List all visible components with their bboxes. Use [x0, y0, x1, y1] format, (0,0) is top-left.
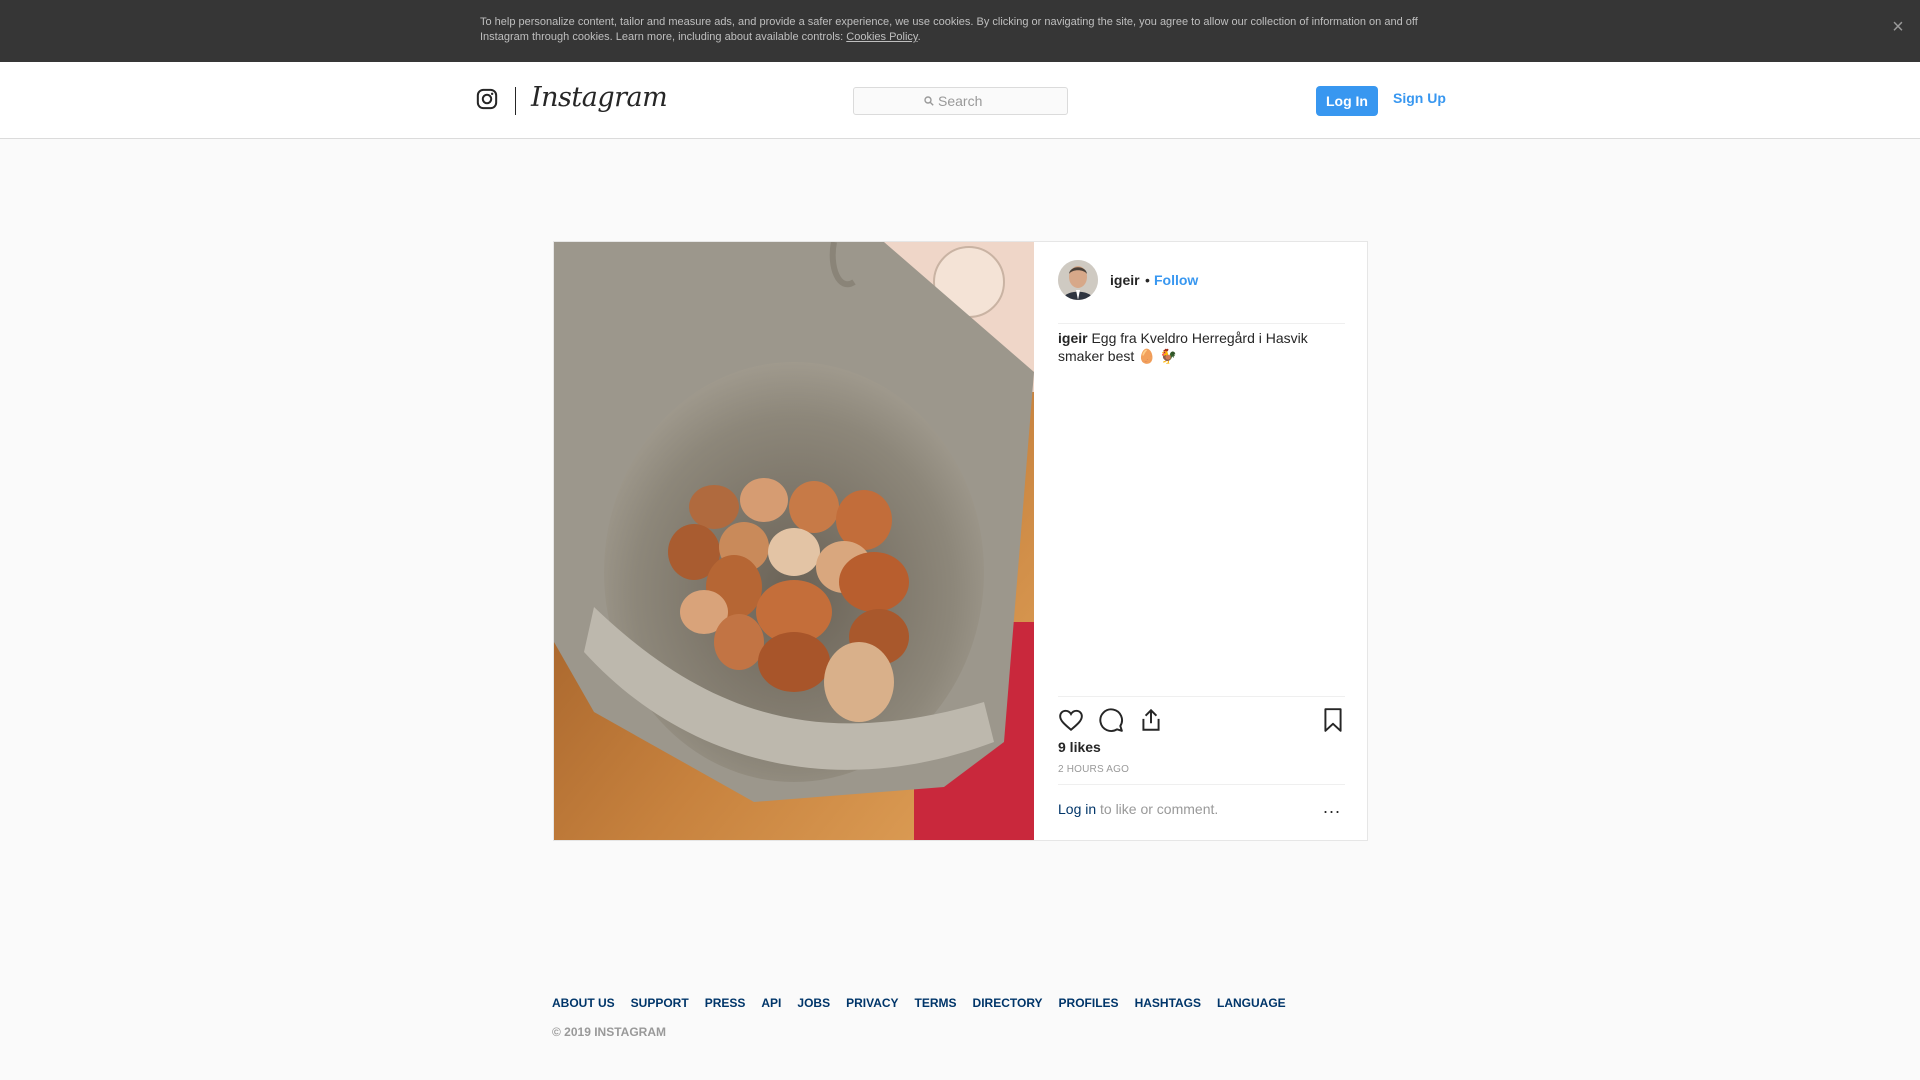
search-placeholder: Search [938, 93, 983, 109]
footer-link-terms[interactable]: TERMS [915, 996, 957, 1010]
post-header: igeir • Follow [1058, 260, 1345, 324]
signup-link[interactable]: Sign Up [1393, 90, 1446, 106]
post-author[interactable]: igeir [1110, 272, 1140, 288]
footer-link-support[interactable]: SUPPORT [631, 996, 689, 1010]
cookie-message: To help personalize content, tailor and … [480, 16, 1418, 43]
footer-link-profiles[interactable]: PROFILES [1059, 996, 1119, 1010]
post-actions [1058, 696, 1345, 740]
footer-link-language[interactable]: LANGUAGE [1217, 996, 1286, 1010]
caption-author[interactable]: igeir [1058, 330, 1088, 346]
login-button[interactable]: Log In [1316, 86, 1378, 116]
footer-links: ABOUT US SUPPORT PRESS API JOBS PRIVACY … [552, 996, 1302, 1010]
footer-link-directory[interactable]: DIRECTORY [973, 996, 1043, 1010]
comment-prompt-row: Log in to like or comment. ... [1058, 784, 1345, 839]
post-caption: igeir Egg fra Kveldro Herregård i Hasvik… [1058, 329, 1328, 365]
cookies-policy-link[interactable]: Cookies Policy [846, 31, 917, 43]
follow-button[interactable]: Follow [1154, 272, 1198, 288]
footer-link-privacy[interactable]: PRIVACY [846, 996, 898, 1010]
login-to-comment-link[interactable]: Log in [1058, 801, 1096, 817]
post-card: igeir • Follow igeir Egg fra Kveldro Her… [553, 241, 1368, 841]
footer-link-api[interactable]: API [761, 996, 781, 1010]
likes-count[interactable]: 9 likes [1058, 739, 1101, 755]
caption-text: Egg fra Kveldro Herregård i Hasvik smake… [1058, 330, 1308, 364]
instagram-wordmark[interactable]: Instagram [531, 82, 668, 113]
copyright: © 2019 INSTAGRAM [552, 1025, 666, 1039]
footer-link-about-us[interactable]: ABOUT US [552, 996, 615, 1010]
cookie-banner: To help personalize content, tailor and … [0, 0, 1920, 62]
post-photo[interactable] [554, 242, 1034, 840]
separator-dot: • [1145, 272, 1150, 288]
cookie-text: To help personalize content, tailor and … [480, 16, 1418, 43]
post-sidebar: igeir • Follow igeir Egg fra Kveldro Her… [1035, 242, 1368, 840]
more-options-icon[interactable]: ... [1323, 797, 1341, 818]
comment-icon[interactable] [1098, 707, 1124, 733]
avatar[interactable] [1058, 260, 1098, 300]
footer-link-jobs[interactable]: JOBS [797, 996, 830, 1010]
post-timestamp: 2 HOURS AGO [1058, 764, 1130, 775]
search-icon [924, 96, 934, 106]
bookmark-icon[interactable] [1320, 707, 1346, 733]
heart-icon[interactable] [1058, 707, 1084, 733]
footer-link-press[interactable]: PRESS [705, 996, 746, 1010]
top-nav: Instagram Search Log In Sign Up [0, 62, 1920, 139]
search-input[interactable]: Search [853, 87, 1068, 115]
logo-divider [515, 87, 516, 115]
share-icon[interactable] [1138, 707, 1164, 733]
comment-prompt-text: to like or comment. [1100, 801, 1219, 817]
footer-link-hashtags[interactable]: HASHTAGS [1135, 996, 1201, 1010]
instagram-glyph-icon[interactable] [476, 88, 498, 110]
close-icon[interactable]: × [1886, 15, 1910, 39]
